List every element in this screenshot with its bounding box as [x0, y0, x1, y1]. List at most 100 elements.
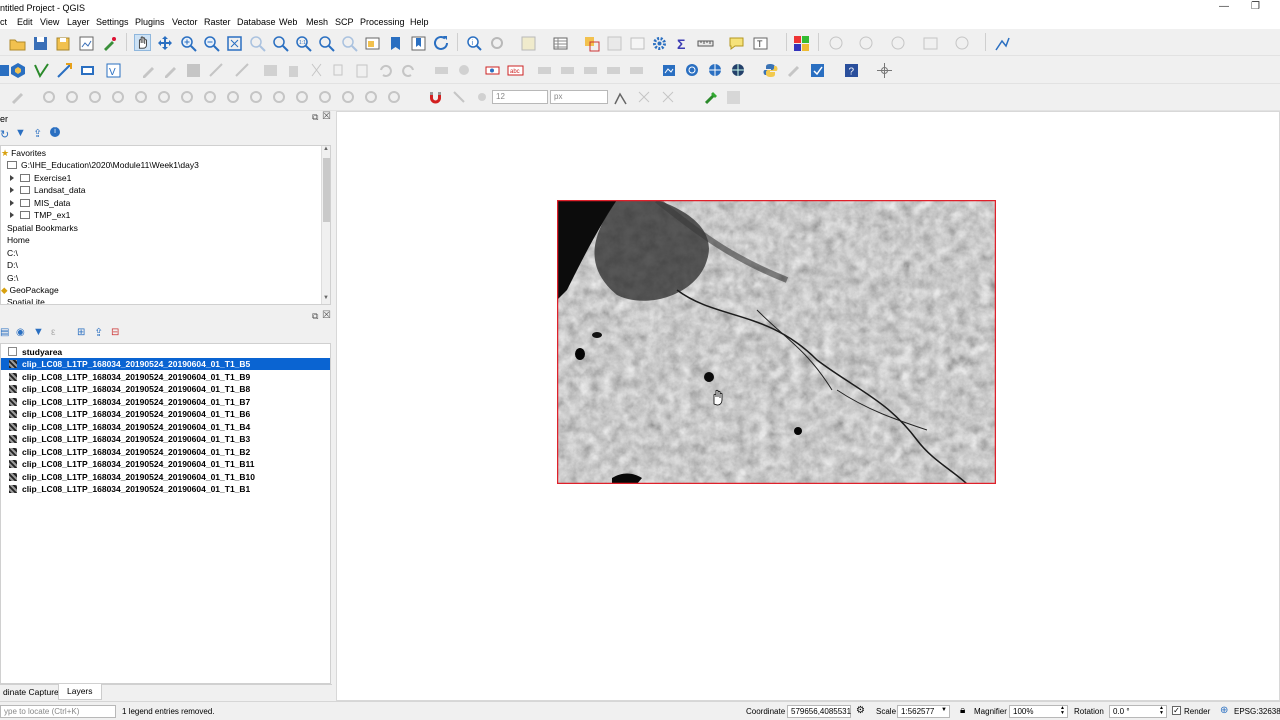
new-geopackage-icon[interactable]	[10, 62, 27, 79]
folder-exercise1[interactable]: Exercise1	[10, 173, 71, 185]
statistical-summary-icon[interactable]: Σ	[674, 35, 691, 52]
browser-filter-icon[interactable]: ▼	[15, 127, 26, 139]
folder-mis-data[interactable]: MIS_data	[10, 198, 70, 210]
delete-ring-icon[interactable]	[156, 89, 173, 106]
crs-label[interactable]: EPSG:32638	[1234, 707, 1280, 716]
pan-map-icon[interactable]	[134, 34, 151, 51]
browser-refresh-icon[interactable]: ↻	[0, 128, 9, 141]
layer-row[interactable]: clip_LC08_L1TP_168034_20190524_20190604_…	[1, 408, 330, 420]
menu-view[interactable]: View	[40, 17, 59, 27]
tracing-icon[interactable]	[660, 89, 677, 106]
tab-layers[interactable]: Layers	[58, 684, 102, 700]
show-bookmarks-icon[interactable]	[410, 35, 427, 52]
model-designer-icon[interactable]	[725, 89, 742, 106]
scp-dock-icon[interactable]	[793, 35, 810, 52]
split-parts-icon[interactable]	[271, 89, 288, 106]
lock-scale-icon[interactable]: 🔒︎	[960, 705, 965, 716]
advanced-digitizing-icon[interactable]	[10, 89, 27, 106]
browser-scrollbar-thumb[interactable]	[323, 158, 330, 222]
merge-features-icon[interactable]	[294, 89, 311, 106]
add-form-icon[interactable]	[922, 35, 939, 52]
menu-edit[interactable]: Edit	[17, 17, 33, 27]
reshape-icon[interactable]	[202, 89, 219, 106]
add-part-icon[interactable]	[110, 89, 127, 106]
snapping-type-icon[interactable]	[474, 89, 491, 106]
render-checkbox[interactable]: ✓	[1172, 706, 1181, 715]
python-console-icon[interactable]	[762, 62, 779, 79]
expand-arrow-icon[interactable]	[10, 200, 14, 206]
help-contents-icon[interactable]: ?	[843, 62, 860, 79]
layers-float-icon[interactable]: ⧉	[312, 311, 318, 322]
label-toolbar-icon[interactable]	[433, 62, 450, 79]
layer-row[interactable]: clip_LC08_L1TP_168034_20190524_20190604_…	[1, 483, 330, 495]
layer-row[interactable]: clip_LC08_L1TP_168034_20190524_20190604_…	[1, 396, 330, 408]
deselect-icon[interactable]	[583, 35, 600, 52]
menu-project[interactable]: ct	[0, 17, 7, 27]
new-spatialite-icon[interactable]	[56, 62, 73, 79]
drive-d-node[interactable]: D:\	[7, 260, 18, 272]
open-attribute-table-icon[interactable]	[552, 35, 569, 52]
georeferencer-icon[interactable]	[994, 35, 1011, 52]
locator-search-input[interactable]: ype to locate (Ctrl+K)	[0, 705, 116, 718]
globe-metasearch-icon[interactable]	[707, 62, 724, 79]
menu-raster[interactable]: Raster	[204, 17, 231, 27]
new-virtual-layer-icon[interactable]: V	[105, 62, 122, 79]
layer-row[interactable]: clip_LC08_L1TP_168034_20190524_20190604_…	[1, 371, 330, 383]
add-marker-icon[interactable]	[890, 35, 907, 52]
measure-icon[interactable]	[697, 35, 714, 52]
menu-settings[interactable]: Settings	[96, 17, 129, 27]
geopackage-node[interactable]: ◆ GeoPackage	[1, 285, 59, 297]
map-canvas[interactable]	[336, 111, 1280, 701]
toolbox-gear-icon[interactable]	[651, 35, 668, 52]
rotate-point-icon[interactable]	[340, 89, 357, 106]
browser-info-icon[interactable]: i	[50, 127, 60, 137]
group-studyarea[interactable]: studyarea	[1, 346, 330, 358]
browser-collapse-icon[interactable]: ⇪	[33, 127, 42, 140]
expand-arrow-icon[interactable]	[10, 212, 14, 218]
minimize-button[interactable]: —	[1219, 1, 1229, 12]
expand-all-icon[interactable]: ⊞	[77, 327, 85, 338]
change-label-icon[interactable]	[605, 62, 622, 79]
save-as-icon[interactable]	[55, 35, 72, 52]
favorites-node[interactable]: ★ Favorites	[1, 148, 46, 160]
redo-icon[interactable]	[400, 62, 417, 79]
zoom-full-icon[interactable]	[226, 35, 243, 52]
zoom-layer-icon[interactable]	[272, 35, 289, 52]
reverse-line-icon[interactable]	[386, 89, 403, 106]
split-features-icon[interactable]	[248, 89, 265, 106]
copy-features-icon[interactable]	[331, 62, 348, 79]
toggle-extents-icon[interactable]: ⚙	[856, 705, 865, 716]
layer-row[interactable]: clip_LC08_L1TP_168034_20190524_20190604_…	[1, 383, 330, 395]
text-annotation-icon[interactable]: T	[752, 35, 769, 52]
save-project-icon[interactable]	[32, 35, 49, 52]
snapping-magnet-icon[interactable]	[427, 89, 444, 106]
collapse-all-icon[interactable]: ⇪	[94, 326, 103, 339]
label-abc-icon[interactable]: abc	[507, 62, 524, 79]
save-edits-icon[interactable]	[185, 62, 202, 79]
undo-icon[interactable]	[377, 62, 394, 79]
field-calculator-icon[interactable]	[606, 35, 623, 52]
snapping-mode-icon[interactable]	[451, 89, 468, 106]
menu-database[interactable]: Database	[237, 17, 276, 27]
new-bookmark-icon[interactable]	[387, 35, 404, 52]
globe-dark-icon[interactable]	[730, 62, 747, 79]
folder-tmp-ex1[interactable]: TMP_ex1	[10, 210, 70, 222]
cut-features-icon[interactable]	[308, 62, 325, 79]
manage-map-themes-icon[interactable]: ◉	[16, 327, 25, 338]
browser-close-icon[interactable]: ☒	[322, 111, 331, 122]
scale-combo[interactable]: 1:562577 ▼	[897, 705, 950, 718]
menu-layer[interactable]: Layer	[67, 17, 90, 27]
zoom-native-icon[interactable]: 1:1	[295, 35, 312, 52]
snapping-tolerance-input[interactable]: 12	[492, 90, 548, 104]
add-ring-icon[interactable]	[87, 89, 104, 106]
spatial-bookmarks-node[interactable]: Spatial Bookmarks	[7, 223, 78, 235]
zoom-out-icon[interactable]	[203, 35, 220, 52]
layer-row[interactable]: clip_LC08_L1TP_168034_20190524_20190604_…	[1, 358, 330, 370]
menu-processing[interactable]: Processing	[360, 17, 405, 27]
rotation-spinbox[interactable]: 0.0 ° ▲ ▼	[1109, 705, 1167, 718]
new-map-view-icon[interactable]	[364, 35, 381, 52]
label-highlight-icon[interactable]	[484, 62, 501, 79]
identify-features-icon[interactable]: i	[466, 35, 483, 52]
fill-ring-icon[interactable]	[133, 89, 150, 106]
vertex-tool-icon[interactable]	[234, 62, 251, 79]
